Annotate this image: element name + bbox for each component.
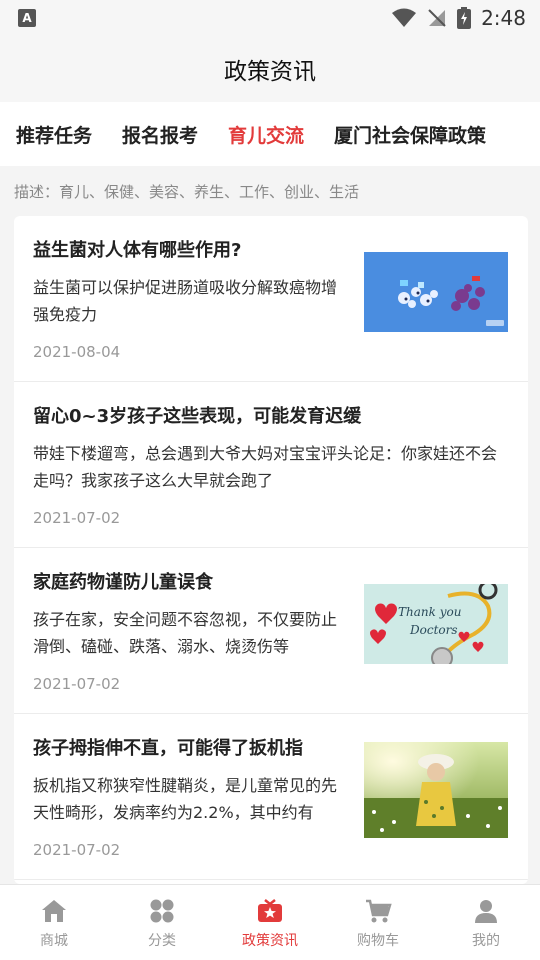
profile-icon — [471, 896, 501, 926]
thumb-text-line1: Thank you — [398, 605, 461, 619]
article-summary: 益生菌可以保护促进肠道吸收分解致癌物增强免疫力 — [33, 278, 338, 324]
nav-label: 商城 — [40, 932, 68, 949]
nav-item-cart[interactable]: 购物车 — [324, 885, 432, 960]
nav-label: 购物车 — [357, 932, 399, 949]
article-item[interactable]: 家庭药物谨防儿童误食 孩子在家，安全问题不容忽视，不仅要防止滑倒、磕碰、跌落、溺… — [14, 548, 528, 714]
article-list: 益生菌对人体有哪些作用? 益生菌可以保护促进肠道吸收分解致癌物增强免疫力 202… — [14, 216, 528, 884]
nav-item-profile[interactable]: 我的 — [432, 885, 540, 960]
article-date: 2021-07-02 — [33, 509, 121, 527]
nav-label: 政策资讯 — [242, 932, 298, 949]
tab-recommended-tasks[interactable]: 推荐任务 — [16, 121, 92, 148]
article-thumbnail — [364, 742, 508, 838]
tab-xiamen-social-security[interactable]: 厦门社会保障政策 — [334, 121, 486, 148]
app-notification-icon: A — [18, 9, 36, 27]
bottom-navigation: 商城 分类 政策资讯 购物车 我的 — [0, 884, 540, 960]
thumb-text-line2: Doctors — [409, 623, 458, 637]
header: 政策资讯 — [0, 36, 540, 102]
category-icon — [147, 896, 177, 926]
category-tabs: 推荐任务 报名报考 育儿交流 厦门社会保障政策 — [0, 102, 540, 166]
home-icon — [39, 896, 69, 926]
article-item[interactable]: 留心0~3岁孩子这些表现，可能发育迟缓 带娃下楼遛弯，总会遇到大爷大妈对宝宝评头… — [14, 382, 528, 548]
article-summary: 带娃下楼遛弯，总会遇到大爷大妈对宝宝评头论足：你家娃还不会走吗？我家孩子这么大早… — [33, 444, 498, 490]
nav-label: 分类 — [148, 932, 176, 949]
page-title: 政策资讯 — [224, 59, 316, 85]
article-summary: 孩子在家，安全问题不容忽视，不仅要防止滑倒、磕碰、跌落、溺水、烧烫伤等 — [33, 610, 338, 656]
status-indicators: 2:48 — [391, 6, 526, 30]
wifi-icon — [391, 8, 417, 28]
article-summary: 扳机指又称狭窄性腱鞘炎，是儿童常见的先天性畸形，发病率约为2.2%，其中约有 — [33, 776, 338, 822]
article-item[interactable]: 益生菌对人体有哪些作用? 益生菌可以保护促进肠道吸收分解致癌物增强免疫力 202… — [14, 216, 528, 382]
article-date: 2021-08-04 — [33, 343, 121, 361]
article-title: 家庭药物谨防儿童误食 — [33, 572, 213, 593]
nav-item-category[interactable]: 分类 — [108, 885, 216, 960]
article-date: 2021-07-02 — [33, 675, 121, 693]
article-thumbnail: Thank you Doctors — [364, 584, 508, 664]
article-title: 孩子拇指伸不直，可能得了扳机指 — [33, 738, 303, 759]
nav-item-mall[interactable]: 商城 — [0, 885, 108, 960]
nav-label: 我的 — [472, 932, 500, 949]
article-title: 益生菌对人体有哪些作用? — [33, 240, 242, 261]
article-thumbnail — [364, 252, 508, 332]
battery-charging-icon — [457, 7, 472, 29]
category-description: 描述：育儿、保健、美容、养生、工作、创业、生活 — [14, 182, 360, 201]
status-bar: A 2:48 — [0, 0, 540, 36]
tab-registration[interactable]: 报名报考 — [122, 121, 198, 148]
cart-icon — [363, 896, 393, 926]
tab-parenting[interactable]: 育儿交流 — [228, 121, 304, 148]
no-signal-icon — [427, 8, 447, 28]
article-item[interactable]: 孩子拇指伸不直，可能得了扳机指 扳机指又称狭窄性腱鞘炎，是儿童常见的先天性畸形，… — [14, 714, 528, 880]
article-date: 2021-07-02 — [33, 841, 121, 859]
news-icon — [255, 896, 285, 926]
status-time: 2:48 — [481, 6, 526, 30]
nav-item-policy-news[interactable]: 政策资讯 — [216, 885, 324, 960]
article-title: 留心0~3岁孩子这些表现，可能发育迟缓 — [33, 406, 362, 427]
